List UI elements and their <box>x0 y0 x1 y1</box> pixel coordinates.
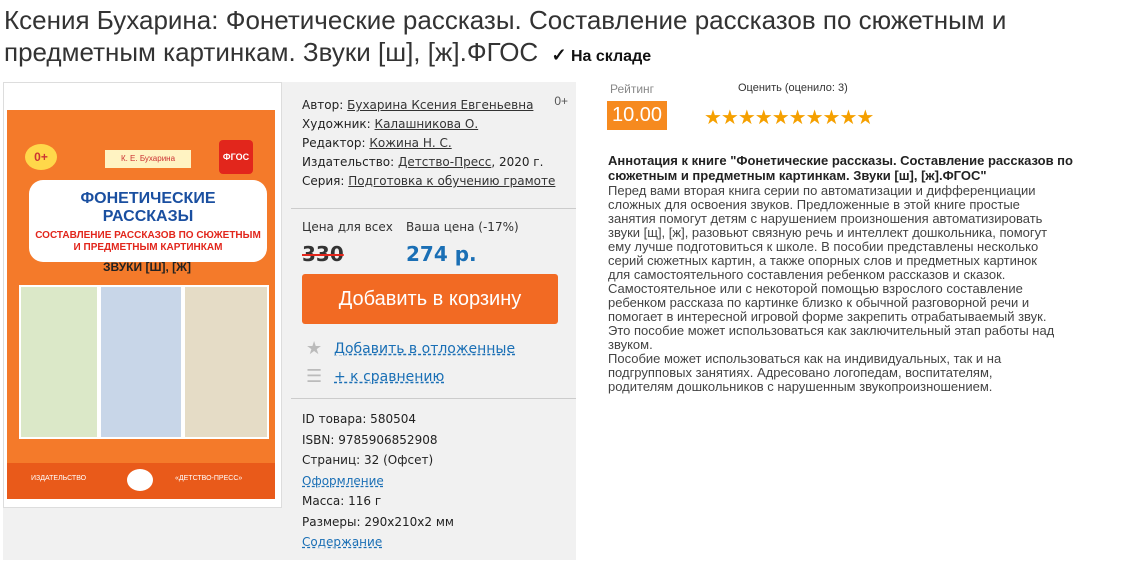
meta-publisher-label: Издательство: <box>302 155 395 169</box>
cover-publisher-strip: ИЗДАТЕЛЬСТВО «ДЕТСТВО-ПРЕСС» <box>7 463 275 499</box>
cover-illustration-cage <box>99 285 183 439</box>
cover-age-badge: 0+ <box>25 144 57 170</box>
detail-weight: Масса: 116 г <box>302 494 382 508</box>
cover-bottom-left: ИЗДАТЕЛЬСТВО <box>31 475 87 482</box>
divider <box>291 398 576 399</box>
rating-label: Рейтинг <box>610 82 655 96</box>
design-link[interactable]: Оформление <box>302 474 384 488</box>
editor-link[interactable]: Кожина Н. С. <box>369 136 451 150</box>
old-price: 330 <box>302 242 344 266</box>
meta-editor: Редактор: Кожина Н. С. <box>302 134 576 153</box>
detail-isbn: ISBN: 9785906852908 <box>302 432 438 447</box>
cover-illustration-girl <box>19 285 99 439</box>
meta-illustrator: Художник: Калашникова О. <box>302 115 576 134</box>
meta-editor-label: Редактор: <box>302 136 366 150</box>
cover-illustration-cat <box>183 285 269 439</box>
divider <box>291 208 576 209</box>
detail-pages: Страниц: 32 (Офсет) <box>302 453 434 467</box>
cover-sounds: ЗВУКИ [Ш], [Ж] <box>102 260 192 274</box>
detail-size: Размеры: 290x210x2 мм <box>302 514 454 529</box>
product-title: Ксения Бухарина: Фонетические рассказы. … <box>4 4 1134 73</box>
compare-action[interactable]: ☰ + к сравнению <box>306 366 444 387</box>
annotation-title: Аннотация к книге "Фонетические рассказы… <box>608 153 1073 183</box>
wishlist-link[interactable]: Добавить в отложенные <box>334 341 515 357</box>
meta-series: Серия: Подготовка к обучению грамоте <box>302 172 576 191</box>
check-icon: ✓ <box>551 45 567 65</box>
meta-series-label: Серия: <box>302 174 345 188</box>
meta-author: Автор: Бухарина Ксения Евгеньевна <box>302 96 576 115</box>
series-link[interactable]: Подготовка к обучению грамоте <box>348 174 555 188</box>
cover-title-box: ФОНЕТИЧЕСКИЕ РАССКАЗЫ СОСТАВЛЕНИЕ РАССКА… <box>29 180 267 262</box>
current-price: 274 р. <box>406 242 477 266</box>
stock-status: ✓ На складе <box>551 45 652 65</box>
meta-publisher: Издательство: Детство-Пресс, 2020 г. <box>302 153 576 172</box>
cover-art: 0+ К. Е. Бухарина ФГОС ФОНЕТИЧЕСКИЕ РАСС… <box>7 110 275 499</box>
meta-author-label: Автор: <box>302 98 344 112</box>
rating-stars[interactable]: ★★★★★★★★★★ <box>704 105 874 130</box>
cover-title-main: ФОНЕТИЧЕСКИЕ РАССКАЗЫ <box>80 190 216 225</box>
detail-id: ID товара: 580504 <box>302 412 416 426</box>
rate-link[interactable]: Оценить (оценило: 3) <box>738 82 848 94</box>
price-all-label: Цена для всех <box>302 220 393 234</box>
cover-author-tag: К. Е. Бухарина <box>105 150 191 168</box>
cover-title-sub: СОСТАВЛЕНИЕ РАССКАЗОВ ПО СЮЖЕТНЫМ И ПРЕД… <box>35 230 261 253</box>
list-icon: ☰ <box>306 366 323 387</box>
star-icon: ★ <box>306 338 323 359</box>
book-meta: Автор: Бухарина Ксения Евгеньевна Художн… <box>302 96 576 191</box>
illustrator-link[interactable]: Калашникова О. <box>375 117 479 131</box>
publisher-logo-icon <box>127 469 153 491</box>
meta-year: , 2020 г. <box>491 155 544 169</box>
product-card: 0+ К. Е. Бухарина ФГОС ФОНЕТИЧЕСКИЕ РАСС… <box>3 82 576 560</box>
annotation-text: Перед вами вторая книга серии по автомат… <box>608 183 1055 394</box>
product-details: ID товара: 580504 ISBN: 9785906852908 Ст… <box>302 409 454 553</box>
product-title-text: Ксения Бухарина: Фонетические рассказы. … <box>4 5 1007 67</box>
price-yours-label: Ваша цена (-17%) <box>406 220 519 234</box>
publisher-link[interactable]: Детство-Пресс <box>398 155 491 169</box>
author-link[interactable]: Бухарина Ксения Евгеньевна <box>347 98 533 112</box>
cover-bottom-right: «ДЕТСТВО-ПРЕСС» <box>175 475 243 482</box>
contents-link[interactable]: Содержание <box>302 535 382 549</box>
book-cover-image[interactable]: 0+ К. Е. Бухарина ФГОС ФОНЕТИЧЕСКИЕ РАСС… <box>3 82 282 508</box>
meta-illustrator-label: Художник: <box>302 117 371 131</box>
add-to-cart-button[interactable]: Добавить в корзину <box>302 274 558 324</box>
rating-score: 10.00 <box>607 101 667 130</box>
compare-link[interactable]: + к сравнению <box>334 369 444 385</box>
age-rating: 0+ <box>554 94 568 108</box>
fgos-logo: ФГОС <box>219 140 253 174</box>
stock-label: На складе <box>571 48 652 65</box>
wishlist-action[interactable]: ★ Добавить в отложенные <box>306 338 515 359</box>
